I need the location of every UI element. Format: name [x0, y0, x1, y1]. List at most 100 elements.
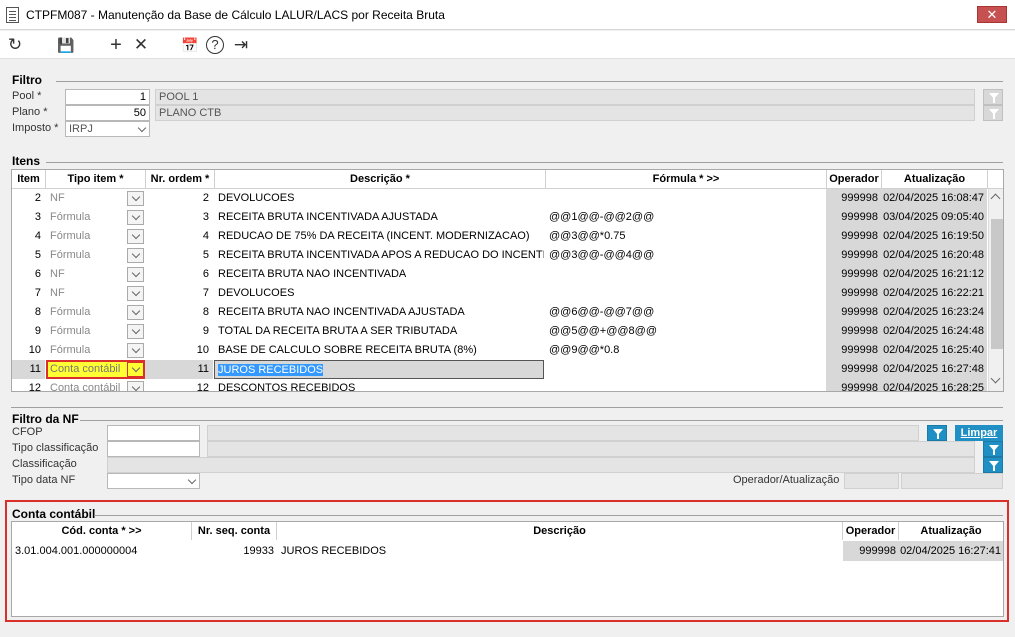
- atualizacao-cell: 02/04/2025 16:28:25: [881, 379, 987, 391]
- tipo-classificacao-label: Tipo classificação: [12, 442, 99, 454]
- filter-icon: [933, 429, 943, 439]
- tipo-classificacao-filter-button[interactable]: [983, 441, 1003, 457]
- descricao-cell[interactable]: BASE DE CALCULO SOBRE RECEITA BRUTA (8%): [214, 341, 544, 360]
- tipo-dropdown-button[interactable]: [127, 191, 144, 206]
- cfop-input[interactable]: [107, 425, 200, 441]
- formula-cell[interactable]: @@5@@+@@8@@: [545, 322, 825, 341]
- table-row[interactable]: 9 Fórmula 9 TOTAL DA RECEITA BRUTA A SER TR…: [12, 322, 987, 341]
- nr-ordem-cell[interactable]: 5: [145, 246, 213, 265]
- formula-cell[interactable]: [545, 265, 825, 284]
- table-row[interactable]: 3 Fórmula 3 RECEITA BRUTA INCENTIVADA AJUST…: [12, 208, 987, 227]
- nr-ordem-cell[interactable]: 4: [145, 227, 213, 246]
- cfop-filter-button[interactable]: [927, 425, 947, 441]
- formula-cell[interactable]: @@6@@-@@7@@: [545, 303, 825, 322]
- plano-filter-button[interactable]: [983, 105, 1003, 121]
- save-icon[interactable]: 💾: [56, 35, 76, 55]
- itens-scrollbar[interactable]: [988, 189, 1003, 391]
- operador-cell: 999998: [826, 265, 881, 284]
- calendar-icon[interactable]: 📅: [180, 35, 200, 55]
- formula-cell[interactable]: @@3@@-@@4@@: [545, 246, 825, 265]
- col-conta-descricao-header[interactable]: Descrição: [277, 522, 843, 540]
- nr-ordem-cell[interactable]: 12: [145, 379, 213, 391]
- tipo-dropdown-button[interactable]: [127, 362, 144, 377]
- window-app-icon: [6, 7, 19, 23]
- scroll-thumb[interactable]: [991, 219, 1003, 349]
- conta-seq-cell[interactable]: 19933: [192, 541, 274, 561]
- formula-cell[interactable]: [545, 189, 825, 208]
- tipo-dropdown-button[interactable]: [127, 324, 144, 339]
- conta-atualizacao-cell: 02/04/2025 16:27:41: [899, 541, 1003, 561]
- table-row[interactable]: 6 NF 6 RECEITA BRUTA NAO INCENTIVADA 999998 0…: [12, 265, 987, 284]
- exit-icon[interactable]: ⇥: [231, 35, 251, 55]
- chevron-down-icon: [131, 325, 141, 335]
- nr-ordem-cell[interactable]: 6: [145, 265, 213, 284]
- formula-cell[interactable]: @@3@@*0.75: [545, 227, 825, 246]
- descricao-cell[interactable]: DEVOLUCOES: [214, 189, 544, 208]
- imposto-select[interactable]: IRPJ: [65, 121, 150, 137]
- descricao-cell[interactable]: RECEITA BRUTA NAO INCENTIVADA AJUSTADA: [214, 303, 544, 322]
- tipo-classificacao-input[interactable]: [107, 441, 200, 457]
- descricao-cell[interactable]: RECEITA BRUTA INCENTIVADA APOS A REDUCAO…: [214, 246, 544, 265]
- tipo-dropdown-button[interactable]: [127, 305, 144, 320]
- table-row[interactable]: 12 Conta contábil 12 DESCONTOS RECEBIDOS 999…: [12, 379, 987, 391]
- col-nr-seq-header[interactable]: Nr. seq. conta: [192, 522, 277, 540]
- nr-ordem-cell[interactable]: 11: [145, 360, 213, 379]
- formula-cell[interactable]: @@1@@-@@2@@: [545, 208, 825, 227]
- plano-input[interactable]: 50: [65, 105, 150, 121]
- table-row[interactable]: 11 Conta contábil 11 JUROS RECEBIDOS 999998 0…: [12, 360, 987, 379]
- scroll-down-icon[interactable]: [990, 373, 1001, 384]
- table-row[interactable]: 7 NF 7 DEVOLUCOES 999998 02/04/2025 16:22:21: [12, 284, 987, 303]
- pool-input[interactable]: 1: [65, 89, 150, 105]
- refresh-icon[interactable]: ↻: [5, 35, 25, 55]
- nr-ordem-cell[interactable]: 7: [145, 284, 213, 303]
- formula-cell[interactable]: [545, 284, 825, 303]
- nr-ordem-cell[interactable]: 8: [145, 303, 213, 322]
- tipo-dropdown-button[interactable]: [127, 229, 144, 244]
- nr-ordem-cell[interactable]: 10: [145, 341, 213, 360]
- descricao-cell[interactable]: REDUCAO DE 75% DA RECEITA (INCENT. MODER…: [214, 227, 544, 246]
- pool-filter-button[interactable]: [983, 89, 1003, 105]
- formula-cell[interactable]: @@9@@*0.8: [545, 341, 825, 360]
- formula-cell[interactable]: [545, 360, 825, 379]
- table-row[interactable]: 4 Fórmula 4 REDUCAO DE 75% DA RECEITA (INCE…: [12, 227, 987, 246]
- descricao-cell[interactable]: DEVOLUCOES: [214, 284, 544, 303]
- col-cod-conta-header[interactable]: Cód. conta * >>: [12, 522, 192, 540]
- formula-cell[interactable]: [545, 379, 825, 391]
- filtro-title: Filtro: [12, 73, 42, 87]
- tipo-data-nf-select[interactable]: [107, 473, 200, 489]
- help-icon[interactable]: ?: [206, 36, 224, 54]
- nr-ordem-cell[interactable]: 2: [145, 189, 213, 208]
- limpar-button[interactable]: Limpar: [955, 425, 1003, 441]
- add-icon[interactable]: +: [106, 35, 126, 55]
- descricao-cell[interactable]: RECEITA BRUTA INCENTIVADA AJUSTADA: [214, 208, 544, 227]
- tipo-dropdown-button[interactable]: [127, 210, 144, 225]
- delete-icon[interactable]: ✕: [131, 35, 151, 55]
- col-conta-atualizacao-header[interactable]: Atualização: [899, 522, 1003, 540]
- item-cell: 6: [34, 268, 41, 280]
- scroll-up-icon[interactable]: [990, 193, 1001, 204]
- table-row[interactable]: 2 NF 2 DEVOLUCOES 999998 02/04/2025 16:08:47: [12, 189, 987, 208]
- descricao-cell[interactable]: RECEITA BRUTA NAO INCENTIVADA: [214, 265, 544, 284]
- item-cell: 2: [34, 192, 41, 204]
- table-row[interactable]: 5 Fórmula 5 RECEITA BRUTA INCENTIVADA APOS …: [12, 246, 987, 265]
- window-close-button[interactable]: ✕: [977, 6, 1007, 23]
- conta-contabil-grid: Cód. conta * >> Nr. seq. conta Descrição…: [11, 521, 1004, 617]
- table-row[interactable]: 8 Fórmula 8 RECEITA BRUTA NAO INCENTIVADA A…: [12, 303, 987, 322]
- nr-ordem-cell[interactable]: 9: [145, 322, 213, 341]
- tipo-dropdown-button[interactable]: [127, 381, 144, 391]
- col-conta-operador-header[interactable]: Operador: [843, 522, 899, 540]
- operador-cell: 999998: [826, 341, 881, 360]
- tipo-dropdown-button[interactable]: [127, 267, 144, 282]
- conta-table-row[interactable]: 3.01.004.001.000000004 19933 JUROS RECEB…: [12, 541, 1003, 561]
- tipo-dropdown-button[interactable]: [127, 286, 144, 301]
- descricao-edit-input[interactable]: JUROS RECEBIDOS: [214, 360, 544, 379]
- descricao-cell[interactable]: DESCONTOS RECEBIDOS: [214, 379, 544, 391]
- descricao-cell[interactable]: TOTAL DA RECEITA BRUTA A SER TRIBUTADA: [214, 322, 544, 341]
- pool-label: Pool *: [12, 90, 42, 102]
- table-row[interactable]: 10 Fórmula 10 BASE DE CALCULO SOBRE RECEITA…: [12, 341, 987, 360]
- classificacao-filter-button[interactable]: [983, 457, 1003, 473]
- tipo-dropdown-button[interactable]: [127, 248, 144, 263]
- tipo-dropdown-button[interactable]: [127, 343, 144, 358]
- conta-cod-cell[interactable]: 3.01.004.001.000000004: [15, 541, 190, 561]
- nr-ordem-cell[interactable]: 3: [145, 208, 213, 227]
